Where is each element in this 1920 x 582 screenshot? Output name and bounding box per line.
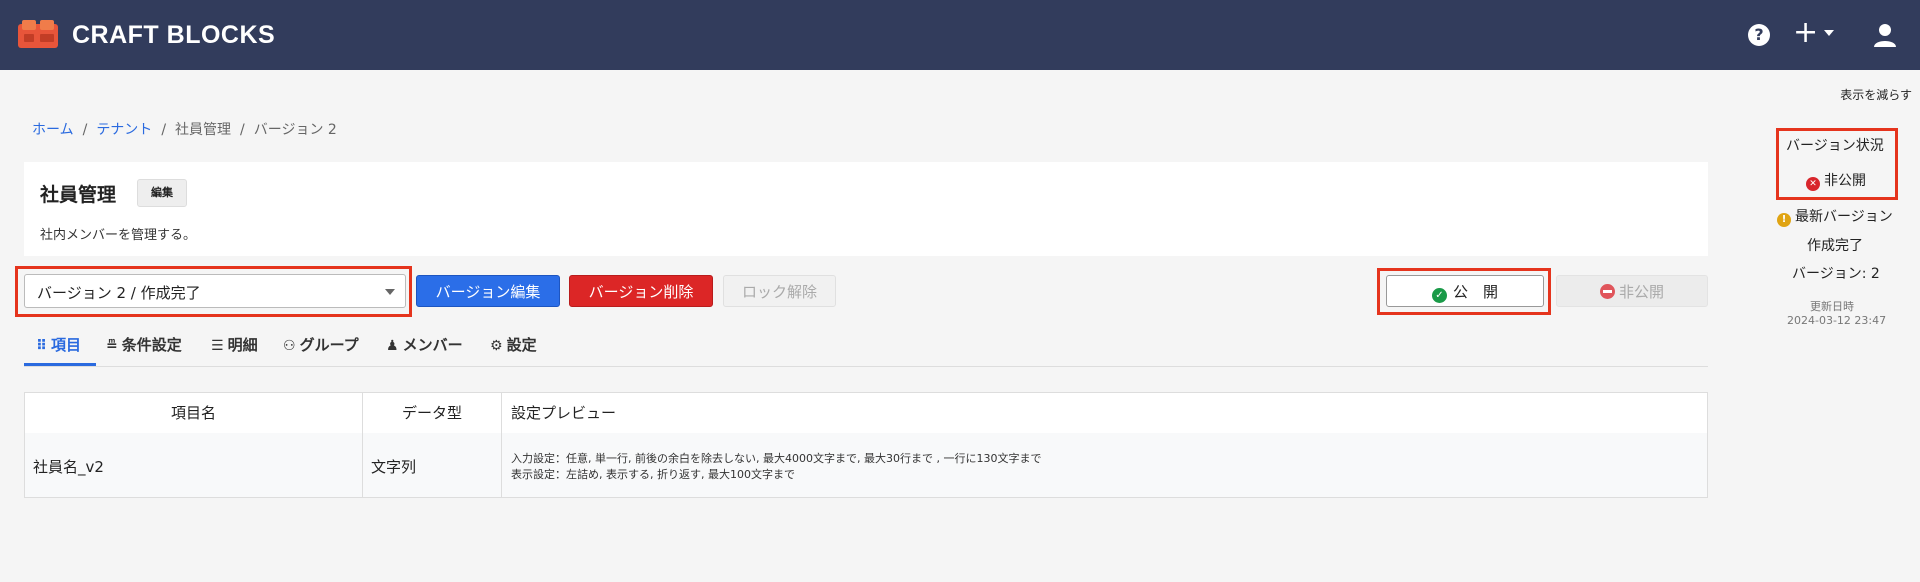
highlight-frame-publish: [1377, 268, 1551, 315]
breadcrumb-tenant[interactable]: テナント: [96, 122, 152, 138]
brand-name[interactable]: CRAFT BLOCKS: [72, 21, 275, 50]
table-row[interactable]: 社員名_v2: [25, 433, 363, 497]
tab-items-label: 項目: [50, 336, 81, 354]
tab-settings-label: 設定: [506, 336, 537, 354]
column-header-data-type: データ型: [363, 393, 502, 433]
cell-preview-input-settings: 入力設定：任意, 単一行, 前後の余白を除去しない, 最大4000文字まで, 最…: [511, 452, 1042, 465]
show-less-link[interactable]: 表示を減らす: [1840, 86, 1912, 103]
gear-icon: ⚙: [490, 338, 503, 354]
tab-items[interactable]: ⠿ 項目: [36, 334, 81, 355]
tab-details[interactable]: ☰ 明細: [211, 334, 258, 355]
updated-at-label: 更新日時: [1810, 300, 1854, 313]
edit-version-button[interactable]: バージョン編集: [416, 275, 560, 307]
updated-at-value: 2024-03-12 23:47: [1787, 314, 1887, 327]
table-cell[interactable]: 文字列: [363, 433, 502, 497]
tab-members-label: メンバー: [402, 336, 463, 354]
delete-version-button[interactable]: バージョン削除: [569, 275, 713, 307]
tab-bar: ⠿ 項目 ≞ 条件設定 ☰ 明細 ⚇ グループ ♟ メンバー ⚙ 設定: [24, 328, 1708, 367]
breadcrumb-employee-management: 社員管理: [175, 122, 232, 138]
column-header-item-name: 項目名: [25, 393, 363, 433]
latest-version-state: 作成完了: [1807, 238, 1863, 254]
breadcrumb-current-version: バージョン 2: [253, 122, 337, 138]
person-icon: ♟: [386, 338, 399, 354]
page-description: 社内メンバーを管理する。: [40, 228, 197, 243]
add-menu-icon[interactable]: +: [1793, 16, 1818, 50]
page-header-card: 社員管理 編集 社内メンバーを管理する。: [24, 162, 1708, 256]
cell-preview-display-settings: 表示設定：左詰め, 表示する, 折り返す, 最大100文字まで: [511, 468, 795, 481]
cell-item-name: 社員名_v2: [33, 458, 104, 476]
group-icon: ⚇: [283, 338, 296, 354]
breadcrumb-separator: /: [161, 122, 167, 138]
tab-settings[interactable]: ⚙ 設定: [490, 334, 537, 355]
active-tab-indicator: [24, 363, 96, 366]
page-title: 社員管理: [40, 184, 117, 206]
filter-user-icon: ≞: [106, 338, 118, 354]
tab-conditions[interactable]: ≞ 条件設定: [106, 334, 182, 355]
latest-version-label: ! 最新バージョン: [1777, 206, 1893, 227]
tab-conditions-label: 条件設定: [121, 336, 182, 354]
breadcrumb-separator: /: [240, 122, 245, 138]
breadcrumb-home[interactable]: ホーム: [32, 122, 74, 138]
column-header-settings-preview: 設定プレビュー: [511, 404, 617, 422]
tab-members[interactable]: ♟ メンバー: [386, 334, 463, 355]
latest-version-number: バージョン: 2: [1792, 266, 1880, 282]
breadcrumb: ホーム / テナント / 社員管理 / バージョン 2: [32, 119, 337, 139]
craft-blocks-logo-icon[interactable]: [16, 18, 64, 52]
highlight-frame-version-select: [15, 266, 412, 317]
minus-circle-icon: [1599, 284, 1615, 299]
warning-icon: !: [1777, 213, 1791, 227]
edit-title-button[interactable]: 編集: [137, 179, 187, 207]
tab-groups-label: グループ: [299, 336, 359, 354]
user-account-icon[interactable]: [1872, 22, 1898, 48]
cell-data-type: 文字列: [371, 458, 417, 476]
unpublish-button[interactable]: 非公開: [1556, 275, 1708, 307]
chevron-down-icon[interactable]: [1824, 30, 1834, 36]
highlight-frame-version-status: [1776, 128, 1898, 200]
top-navbar: CRAFT BLOCKS ? +: [0, 0, 1920, 70]
tab-details-label: 明細: [227, 336, 258, 354]
table-cell[interactable]: 入力設定：任意, 単一行, 前後の余白を除去しない, 最大4000文字まで, 最…: [502, 433, 1707, 497]
latest-version-text: 最新バージョン: [1795, 209, 1893, 225]
breadcrumb-separator: /: [82, 122, 88, 138]
help-icon[interactable]: ?: [1748, 24, 1770, 46]
tab-groups[interactable]: ⚇ グループ: [283, 334, 359, 355]
grid-icon: ⠿: [36, 338, 47, 354]
unlock-button[interactable]: ロック解除: [723, 275, 836, 307]
unpublish-label: 非公開: [1618, 283, 1664, 301]
items-table: 項目名 データ型 設定プレビュー 社員名_v2 文字列 入力設定：任意, 単一行…: [24, 392, 1708, 498]
list-icon: ☰: [211, 338, 224, 354]
